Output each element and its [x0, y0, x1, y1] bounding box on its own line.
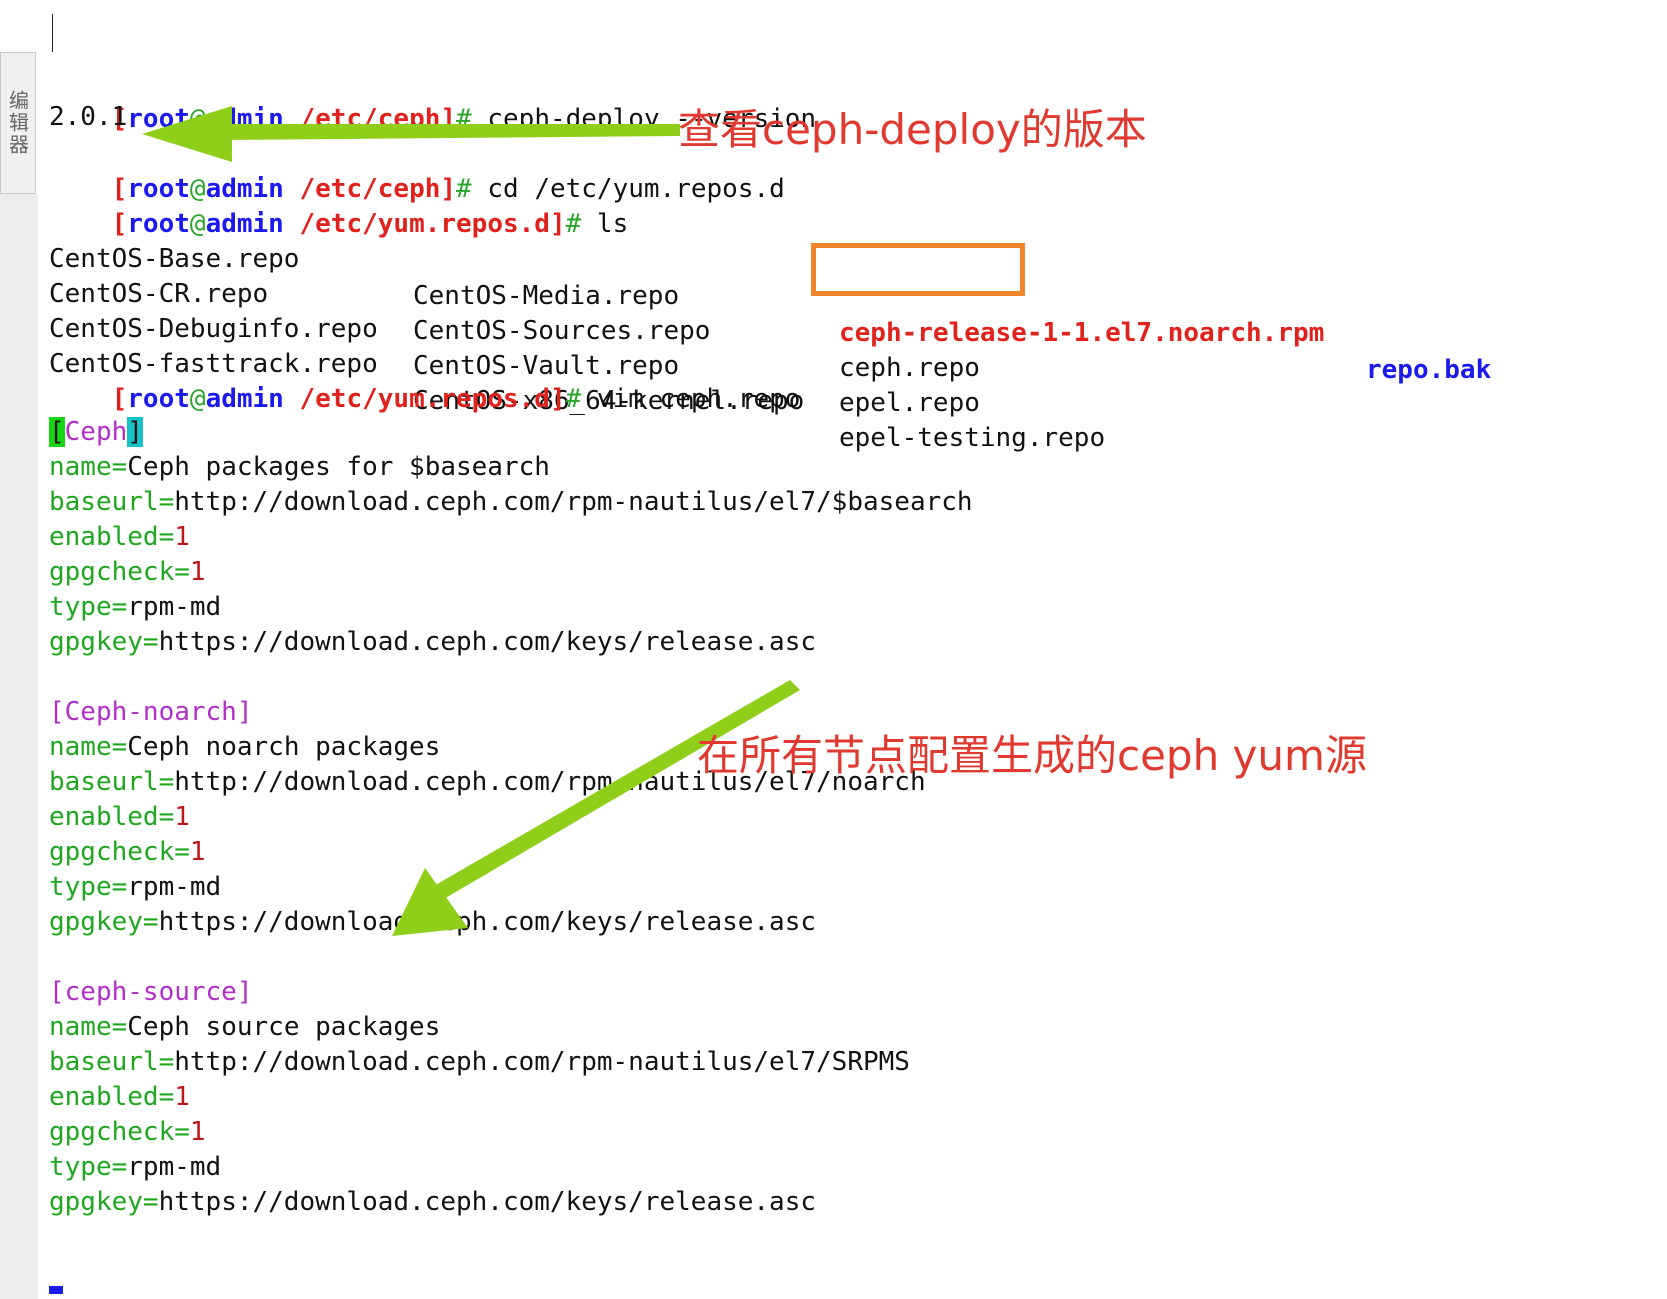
arrow-to-noarch-section: [392, 680, 800, 936]
annotation-yum-source: 在所有节点配置生成的ceph yum源: [697, 731, 1367, 780]
annotation-arrows: [142, 106, 800, 936]
annotation-check-version: 查看ceph-deploy的版本: [678, 105, 1147, 154]
arrow-to-version: [142, 106, 680, 162]
